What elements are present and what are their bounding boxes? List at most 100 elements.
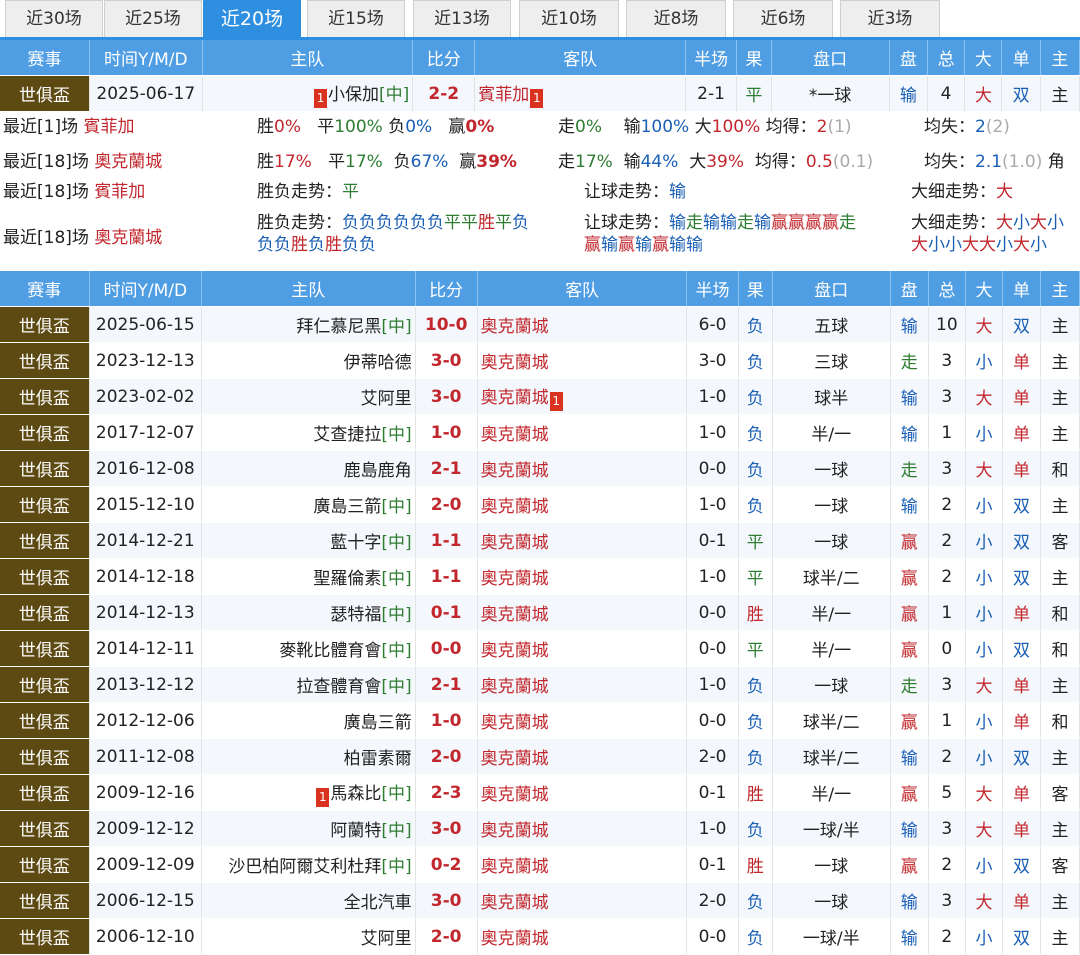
home-team-cell[interactable]: 艾阿里 bbox=[201, 378, 416, 415]
table-row[interactable]: 世俱盃 2013-12-12 拉查體育會[中] 2-1 奧克蘭城 1-0 负一球走 3 大单主 bbox=[0, 666, 1080, 703]
away-team-cell[interactable]: 奧克蘭城 bbox=[477, 414, 688, 451]
home-team-cell[interactable]: 聖羅倫素[中] bbox=[201, 558, 416, 595]
home-team-cell[interactable]: 艾查捷拉[中] bbox=[201, 414, 416, 451]
tab-last-15[interactable]: 近15场 bbox=[307, 0, 405, 37]
tab-last-6[interactable]: 近6场 bbox=[733, 0, 833, 37]
away-team-cell[interactable]: 奧克蘭城 bbox=[477, 846, 688, 883]
home-team-cell[interactable]: 藍十字[中] bbox=[201, 522, 416, 559]
home-team-cell[interactable]: 柏雷素爾 bbox=[201, 738, 416, 775]
away-team-cell[interactable]: 奧克蘭城 bbox=[477, 774, 688, 811]
home-team-cell[interactable]: 麥靴比體育會[中] bbox=[201, 630, 416, 667]
table-row[interactable]: 世俱盃 2012-12-06 廣島三箭 1-0 奧克蘭城 0-0 负球半/二赢 1 小单和 bbox=[0, 702, 1080, 739]
column-header[interactable]: 大 bbox=[964, 40, 1003, 76]
column-header[interactable]: 总 bbox=[928, 271, 966, 307]
table-row[interactable]: 世俱盃 2006-12-15 全北汽車 3-0 奧克蘭城 2-0 负一球输 3 大单主 bbox=[0, 882, 1080, 919]
table-row[interactable]: 世俱盃 2009-12-09 沙巴柏阿爾艾利杜拜[中] 0-2 奧克蘭城 0-1 胜一球赢 2… bbox=[0, 846, 1080, 883]
table-row[interactable]: 世俱盃 2014-12-21 藍十字[中] 1-1 奧克蘭城 0-1 平一球赢 2 小双客 bbox=[0, 522, 1080, 559]
away-team-cell[interactable]: 奧克蘭城 bbox=[477, 630, 688, 667]
table-row[interactable]: 世俱盃 2014-12-13 瑟特福[中] 0-1 奧克蘭城 0-0 胜半/一赢 1 小单和 bbox=[0, 594, 1080, 631]
column-header[interactable]: 大 bbox=[965, 271, 1004, 307]
column-header[interactable]: 盘 bbox=[890, 271, 929, 307]
away-team-cell[interactable]: 奧克蘭城 bbox=[477, 522, 688, 559]
table-row[interactable]: 世俱盃 2014-12-11 麥靴比體育會[中] 0-0 奧克蘭城 0-0 平半/一赢 0 小双… bbox=[0, 630, 1080, 667]
column-header[interactable]: 盘口 bbox=[771, 40, 890, 76]
away-team-cell[interactable]: 奧克蘭城 bbox=[477, 702, 688, 739]
home-team-cell[interactable]: 拜仁慕尼黑[中] bbox=[201, 306, 416, 343]
column-header[interactable]: 单 bbox=[1001, 40, 1041, 76]
away-team-cell[interactable]: 奧克蘭城 bbox=[477, 558, 688, 595]
pan-cell: 走 bbox=[890, 450, 929, 487]
column-header[interactable]: 总 bbox=[927, 40, 966, 76]
column-header[interactable]: 主队 bbox=[201, 271, 416, 307]
tab-last-30[interactable]: 近30场 bbox=[5, 0, 103, 37]
column-header[interactable]: 单 bbox=[1002, 271, 1041, 307]
tab-last-25[interactable]: 近25场 bbox=[104, 0, 202, 37]
tab-last-10[interactable]: 近10场 bbox=[519, 0, 619, 37]
away-team-cell[interactable]: 賓菲加 1 bbox=[474, 75, 686, 112]
away-team-cell[interactable]: 奧克蘭城 bbox=[477, 450, 688, 487]
table-row[interactable]: 世俱盃 2015-12-10 廣島三箭[中] 2-0 奧克蘭城 1-0 负一球输 2 小双主 bbox=[0, 486, 1080, 523]
current-match-row[interactable]: 世俱盃 2025-06-17 1 小保加[中] 2-2 賓菲加 1 2-1 平 *一… bbox=[0, 75, 1080, 112]
away-team-cell[interactable]: 奧克蘭城 1 bbox=[477, 378, 688, 415]
table-row[interactable]: 世俱盃 2023-02-02 艾阿里 3-0 奧克蘭城 1 1-0 负球半输 3 大单主 bbox=[0, 378, 1080, 415]
home-team-cell[interactable]: 艾阿里 bbox=[201, 918, 416, 955]
table-row[interactable]: 世俱盃 2011-12-08 柏雷素爾 2-0 奧克蘭城 2-0 负球半/二输 2 小双主 bbox=[0, 738, 1080, 775]
away-team-cell[interactable]: 奧克蘭城 bbox=[477, 918, 688, 955]
home-team-cell[interactable]: 鹿島鹿角 bbox=[201, 450, 416, 487]
away-team-name: 奧克蘭城 bbox=[480, 317, 549, 337]
column-header[interactable]: 半场 bbox=[685, 40, 738, 76]
column-header[interactable]: 果 bbox=[736, 40, 772, 76]
column-header[interactable]: 比分 bbox=[412, 40, 476, 76]
home-team-cell[interactable]: 沙巴柏阿爾艾利杜拜[中] bbox=[201, 846, 416, 883]
table-row[interactable]: 世俱盃 2009-12-16 1 馬森比[中] 2-3 奧克蘭城 0-1 胜半/一赢 5 大单客 bbox=[0, 774, 1080, 811]
column-header[interactable]: 主 bbox=[1040, 271, 1080, 307]
home-team-cell[interactable]: 1 馬森比[中] bbox=[201, 774, 416, 811]
neutral-venue-tag: [中] bbox=[381, 317, 412, 337]
column-header[interactable]: 主 bbox=[1040, 40, 1080, 76]
handicap-mark: 赢 bbox=[788, 213, 805, 233]
tab-last-20[interactable]: 近20场 bbox=[203, 0, 301, 40]
table-row[interactable]: 世俱盃 2025-06-15 拜仁慕尼黑[中] 10-0 奧克蘭城 6-0 负五球输 10 大双… bbox=[0, 306, 1080, 343]
home-team-cell[interactable]: 廣島三箭[中] bbox=[201, 486, 416, 523]
home-team-cell[interactable]: 1 小保加[中] bbox=[202, 75, 414, 112]
home-team-cell[interactable]: 阿蘭特[中] bbox=[201, 810, 416, 847]
column-header[interactable]: 赛事 bbox=[0, 40, 91, 76]
away-team-cell[interactable]: 奧克蘭城 bbox=[477, 594, 688, 631]
column-header[interactable]: 盘口 bbox=[772, 271, 891, 307]
home-team-cell[interactable]: 廣島三箭 bbox=[201, 702, 416, 739]
home-team-name: 拜仁慕尼黑 bbox=[296, 317, 382, 337]
column-header[interactable]: 时间Y/M/D bbox=[89, 271, 202, 307]
table-row[interactable]: 世俱盃 2009-12-12 阿蘭特[中] 3-0 奧克蘭城 1-0 负一球/半输 3 大单主 bbox=[0, 810, 1080, 847]
away-team-cell[interactable]: 奧克蘭城 bbox=[477, 342, 688, 379]
home-team-cell[interactable]: 全北汽車 bbox=[201, 882, 416, 919]
column-header[interactable]: 时间Y/M/D bbox=[89, 40, 203, 76]
table-row[interactable]: 世俱盃 2014-12-18 聖羅倫素[中] 1-1 奧克蘭城 1-0 平球半/二赢 2 小双主 bbox=[0, 558, 1080, 595]
away-team-cell[interactable]: 奧克蘭城 bbox=[477, 810, 688, 847]
home-team-cell[interactable]: 瑟特福[中] bbox=[201, 594, 416, 631]
column-header[interactable]: 果 bbox=[738, 271, 773, 307]
table-row[interactable]: 世俱盃 2016-12-08 鹿島鹿角 2-1 奧克蘭城 0-0 负一球走 3 大单和 bbox=[0, 450, 1080, 487]
total-cell: 2 bbox=[928, 738, 966, 775]
column-header[interactable]: 主队 bbox=[202, 40, 414, 76]
table-row[interactable]: 世俱盃 2006-12-10 艾阿里 2-0 奧克蘭城 0-0 负一球/半输 2 小双主 bbox=[0, 918, 1080, 955]
away-team-cell[interactable]: 奧克蘭城 bbox=[477, 666, 688, 703]
column-header[interactable]: 客队 bbox=[477, 271, 688, 307]
column-header[interactable]: 半场 bbox=[686, 271, 739, 307]
competition-cell: 世俱盃 bbox=[0, 738, 90, 775]
column-header[interactable]: 赛事 bbox=[0, 271, 90, 307]
column-header[interactable]: 比分 bbox=[415, 271, 478, 307]
away-team-cell[interactable]: 奧克蘭城 bbox=[477, 882, 688, 919]
tab-last-13[interactable]: 近13场 bbox=[413, 0, 511, 37]
tab-last-8[interactable]: 近8场 bbox=[626, 0, 726, 37]
table-row[interactable]: 世俱盃 2017-12-07 艾查捷拉[中] 1-0 奧克蘭城 1-0 负半/一输 1 小单主 bbox=[0, 414, 1080, 451]
away-team-cell[interactable]: 奧克蘭城 bbox=[477, 486, 688, 523]
tab-last-3[interactable]: 近3场 bbox=[840, 0, 940, 37]
column-header[interactable]: 客队 bbox=[474, 40, 686, 76]
away-team-cell[interactable]: 奧克蘭城 bbox=[477, 306, 688, 343]
table-row[interactable]: 世俱盃 2023-12-13 伊蒂哈德 3-0 奧克蘭城 3-0 负三球走 3 小单主 bbox=[0, 342, 1080, 379]
competition-cell: 世俱盃 bbox=[0, 378, 90, 415]
home-team-cell[interactable]: 拉查體育會[中] bbox=[201, 666, 416, 703]
away-team-cell[interactable]: 奧克蘭城 bbox=[477, 738, 688, 775]
column-header[interactable]: 盘 bbox=[889, 40, 928, 76]
home-team-cell[interactable]: 伊蒂哈德 bbox=[201, 342, 416, 379]
